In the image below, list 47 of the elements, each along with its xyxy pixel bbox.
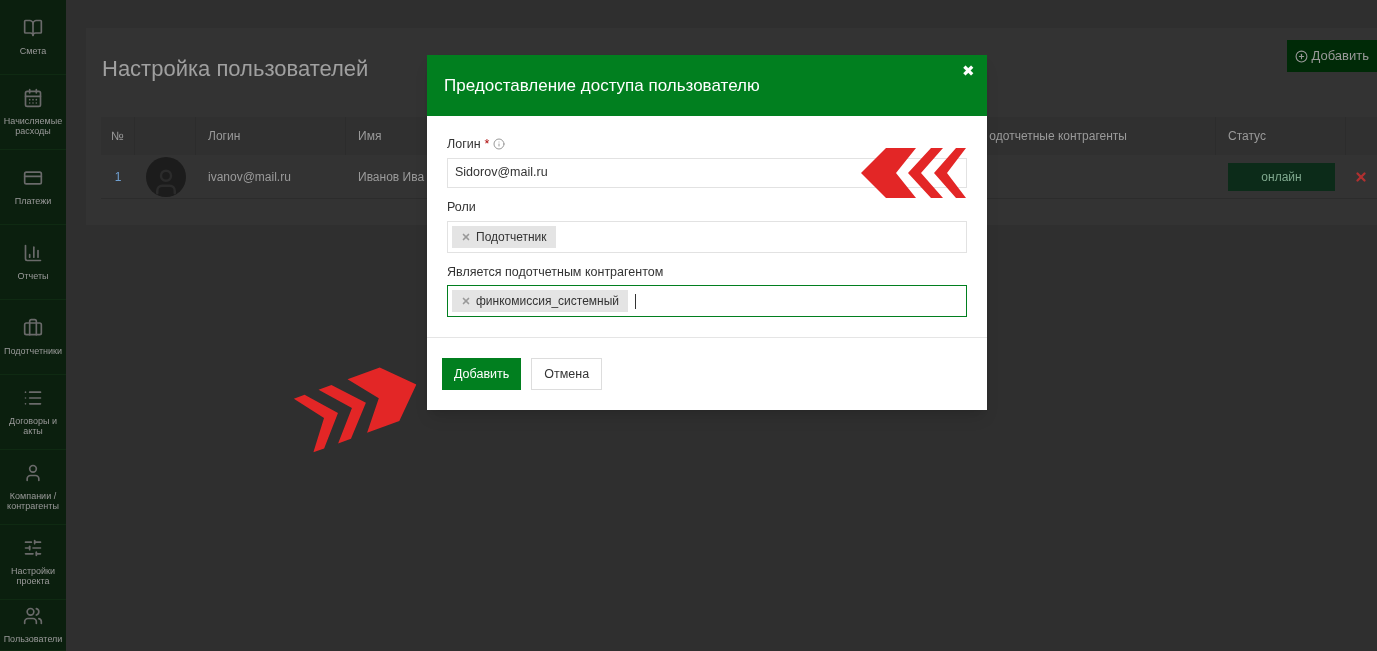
column-header: № xyxy=(111,128,124,145)
sidebar-item[interactable]: Пользователи xyxy=(0,600,66,651)
table-cell: Иванов Ива xyxy=(358,169,425,184)
field-label: Логин xyxy=(447,136,481,153)
sidebar-item[interactable]: Начисляемые расходы xyxy=(0,75,66,150)
sidebar-item[interactable]: Отчеты xyxy=(0,225,66,300)
delete-icon[interactable] xyxy=(1354,169,1368,184)
remove-icon[interactable] xyxy=(461,231,471,242)
add-button[interactable]: Добавить xyxy=(442,358,522,391)
sidebar-item[interactable]: Настройки проекта xyxy=(0,525,66,600)
sidebar-item[interactable]: Подотчетники xyxy=(0,300,66,375)
people-icon xyxy=(23,606,43,626)
sliders-icon xyxy=(23,538,43,558)
field-label: Является подотчетным контрагентом xyxy=(447,263,664,281)
row-number: 1 xyxy=(114,168,122,186)
table-cell: ivanov@mail.ru xyxy=(208,169,291,184)
column-header: Логин xyxy=(208,128,241,145)
person-icon xyxy=(23,463,43,483)
tag-field[interactable]: финкомиссия_системный xyxy=(447,285,967,318)
sidebar-item[interactable]: Платежи xyxy=(0,150,66,225)
status-button[interactable]: онлайн xyxy=(1228,162,1335,191)
tag-chip: Подотчетник xyxy=(452,225,556,248)
dialog-title: Предоставление доступа пользователю xyxy=(444,74,760,97)
column-header: Имя xyxy=(358,128,382,145)
book-icon xyxy=(23,18,43,38)
close-button[interactable]: ✖ xyxy=(962,63,975,78)
calendar-icon xyxy=(23,88,43,108)
field-label: Роли xyxy=(447,198,476,216)
add-button[interactable]: Добавить xyxy=(1286,40,1377,72)
remove-icon[interactable] xyxy=(461,296,471,307)
sidebar-item[interactable]: Смета xyxy=(0,0,66,75)
card-icon xyxy=(23,168,43,188)
list-icon xyxy=(23,388,43,408)
tag-chip: финкомиссия_системный xyxy=(452,290,629,313)
sidebar-item[interactable]: Компании / контрагенты xyxy=(0,450,66,525)
page-title: Настройка пользователей xyxy=(102,55,369,83)
bar-chart-icon xyxy=(23,243,43,263)
sidebar-item[interactable]: Договоры и акты xyxy=(0,375,66,450)
required-mark: * xyxy=(484,136,490,153)
cancel-button[interactable]: Отмена xyxy=(531,358,603,391)
plus-icon xyxy=(1294,49,1308,63)
tag-field[interactable]: Подотчетник xyxy=(447,220,967,253)
column-header: Статус xyxy=(1228,128,1266,145)
column-header: одотчетные контрагенты xyxy=(989,128,1127,145)
briefcase-icon xyxy=(23,318,43,338)
info-icon[interactable] xyxy=(493,138,506,151)
text-cursor xyxy=(635,293,637,309)
